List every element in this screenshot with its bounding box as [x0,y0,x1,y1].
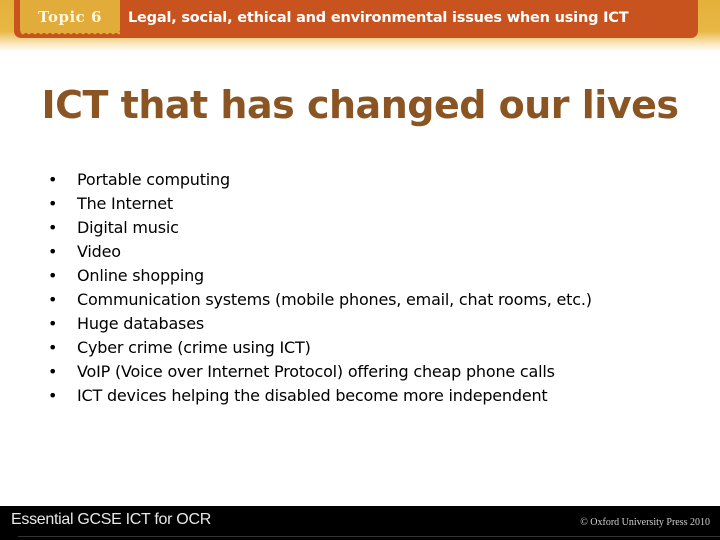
footer-divider [18,536,720,537]
list-item-text: Digital music [77,218,179,237]
bullet-icon: • [48,386,58,405]
list-item: • Cyber crime (crime using ICT) [48,338,592,362]
bullet-icon: • [48,314,58,333]
footer: Essential GCSE ICT for OCR © Oxford Univ… [0,506,720,540]
list-item-text: The Internet [77,194,173,213]
list-item: • Communication systems (mobile phones, e… [48,290,592,314]
list-item-text: Communication systems (mobile phones, em… [77,290,592,309]
bullet-icon: • [48,362,58,381]
list-item-text: Video [77,242,121,261]
list-item-text: Cyber crime (crime using ICT) [77,338,311,357]
footer-book-title: Essential GCSE ICT for OCR [11,511,211,528]
list-item-text: ICT devices helping the disabled become … [77,386,548,405]
header-title: Legal, social, ethical and environmental… [128,10,629,26]
bullet-list: • Portable computing • The Internet • Digit… [48,170,592,410]
topic-label: Topic 6 [38,7,102,26]
list-item: • Portable computing [48,170,592,194]
list-item: • Online shopping [48,266,592,290]
list-item-text: VoIP (Voice over Internet Protocol) offe… [77,362,555,381]
bullet-icon: • [48,194,58,213]
bullet-icon: • [48,170,58,189]
list-item-text: Online shopping [77,266,205,285]
slide: Topic 6 Legal, social, ethical and envir… [0,0,720,540]
bullet-icon: • [48,218,58,237]
list-item-text: Huge databases [77,314,204,333]
list-item-text: Portable computing [77,170,230,189]
list-item: • Digital music [48,218,592,242]
list-item: • Video [48,242,592,266]
bullet-icon: • [48,242,58,261]
bullet-icon: • [48,290,58,309]
footer-copyright: © Oxford University Press 2010 [580,517,710,528]
slide-title: ICT that has changed our lives [41,83,680,127]
bullet-icon: • [48,338,58,357]
list-item: • The Internet [48,194,592,218]
list-item: • ICT devices helping the disabled become… [48,386,592,410]
list-item: • Huge databases [48,314,592,338]
list-item: • VoIP (Voice over Internet Protocol) off… [48,362,592,386]
topic-tab: Topic 6 [20,0,120,35]
bullet-icon: • [48,266,58,285]
